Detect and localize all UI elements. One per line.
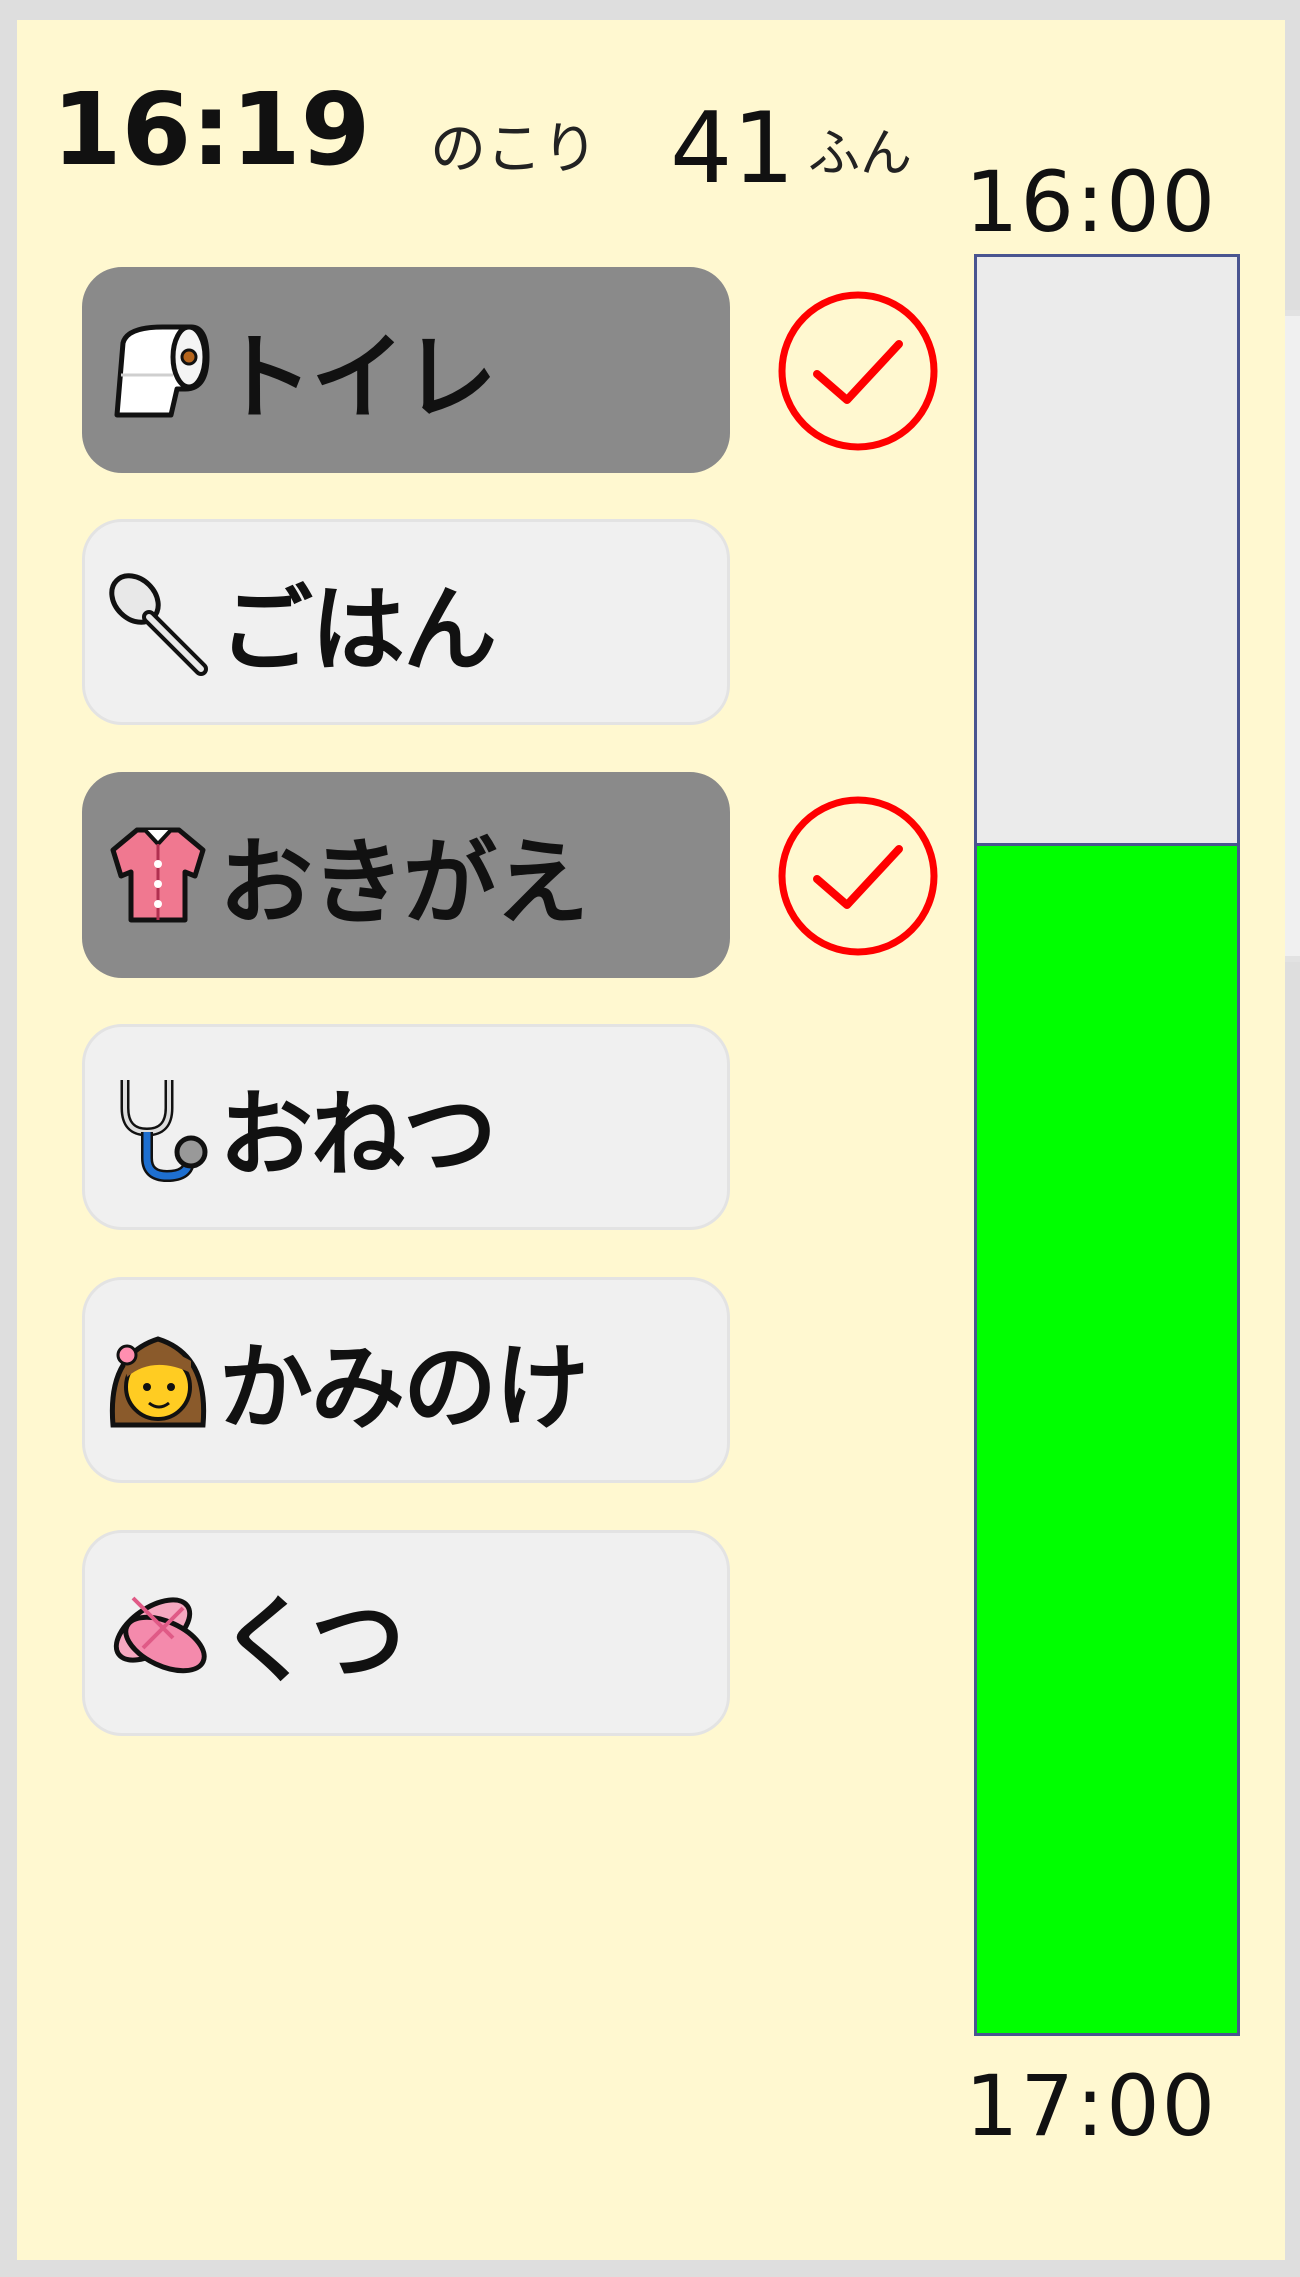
current-time: 16:19: [52, 71, 371, 188]
task-label: トイレ: [219, 324, 497, 433]
side-scroll-edge: [1285, 310, 1300, 962]
task-shoes-button[interactable]: くつ: [82, 1530, 730, 1736]
remaining-minutes: 41: [670, 92, 795, 206]
shirt-icon: [103, 820, 213, 930]
girl-hair-icon: [103, 1325, 213, 1435]
task-label: ごはん: [219, 576, 497, 685]
timeline-end-time: 17:00: [965, 2057, 1218, 2155]
ballet-shoes-icon: [103, 1578, 213, 1688]
task-toilet-button[interactable]: トイレ: [82, 267, 730, 473]
task-label: おねつ: [219, 1081, 497, 1190]
toilet-paper-icon: [103, 315, 213, 425]
task-change-clothes-button[interactable]: おきがえ: [82, 772, 730, 978]
time-remaining-bar: [974, 254, 1240, 2036]
task-hair-button[interactable]: かみのけ: [82, 1277, 730, 1483]
done-check-icon: [778, 796, 938, 956]
remaining-label: のこり: [430, 117, 598, 182]
spoon-icon: [103, 567, 213, 677]
time-remaining-fill: [977, 843, 1237, 2033]
timeline-start-time: 16:00: [965, 153, 1218, 251]
task-fever-button[interactable]: おねつ: [82, 1024, 730, 1230]
done-check-icon: [778, 291, 938, 451]
task-label: くつ: [219, 1587, 405, 1696]
stethoscope-icon: [103, 1072, 213, 1182]
task-label: かみのけ: [219, 1334, 589, 1443]
task-meal-button[interactable]: ごはん: [82, 519, 730, 725]
task-label: おきがえ: [219, 829, 589, 938]
remaining-unit: ふん: [808, 124, 913, 184]
